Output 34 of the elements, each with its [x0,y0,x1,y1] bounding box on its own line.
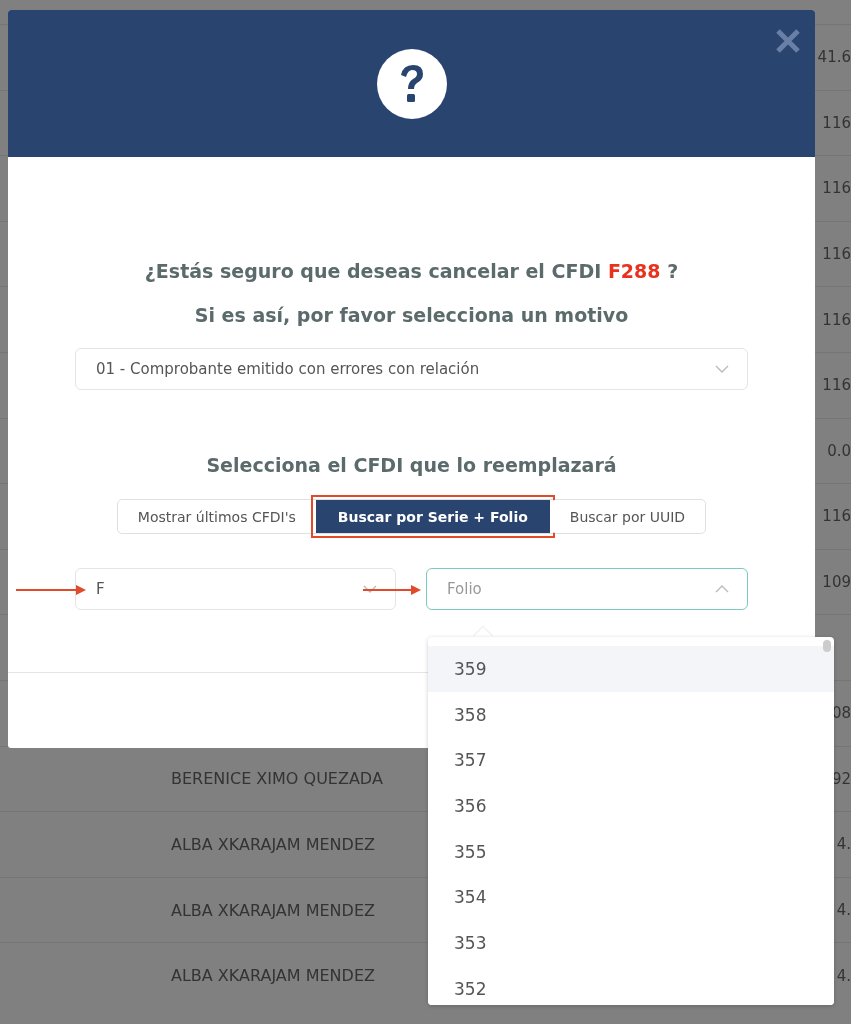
question-icon [376,48,447,119]
dialog-title: ¿Estás seguro que deseas cancelar el CFDI F288 ? [144,260,679,282]
dropdown-option[interactable]: 356 [428,783,834,829]
customer-name: ALBA XKARAJAM MENDEZ [171,900,375,920]
amount: 116 [822,310,851,329]
dropdown-option[interactable]: 357 [428,737,834,784]
customer-name: BERENICE XIMO QUEZADA [171,769,383,789]
amount: 116 [822,507,851,526]
amount: 41.6 [817,48,851,67]
chevron-icon [715,585,729,593]
dialog-subtitle: Si es así, por favor selecciona un motivo [194,304,629,326]
dropdown-option[interactable]: 355 [428,828,834,875]
amount: 4. [836,901,851,919]
chevron-icon [715,365,729,373]
reason-select[interactable]: 01 - Comprobante emitido con errores con relación [75,348,748,390]
dropdown-option[interactable]: 352 [428,965,834,1005]
dropdown-option[interactable]: 359 [428,646,834,692]
amount: 116 [822,376,851,395]
amount: 4. [836,966,851,985]
customer-name: ALBA XKARAJAM MENDEZ [171,966,375,986]
scrollbar-thumb[interactable] [823,640,831,652]
amount: 109 [822,573,851,592]
amount: 116 [822,113,851,132]
dropdown-option[interactable]: 358 [428,691,834,738]
amount: 116 [822,245,851,264]
amount: 0.0 [827,441,851,460]
amount: 4. [836,835,851,854]
serie-select[interactable]: F [75,568,396,610]
dropdown-option[interactable]: 354 [428,874,834,921]
chevron-icon [363,585,377,593]
section-title: Selecciona el CFDI que lo reemplazará [206,454,617,476]
dropdown-option[interactable]: 353 [428,920,834,966]
amount: 116 [822,179,851,198]
customer-name: ALBA XKARAJAM MENDEZ [171,834,375,854]
